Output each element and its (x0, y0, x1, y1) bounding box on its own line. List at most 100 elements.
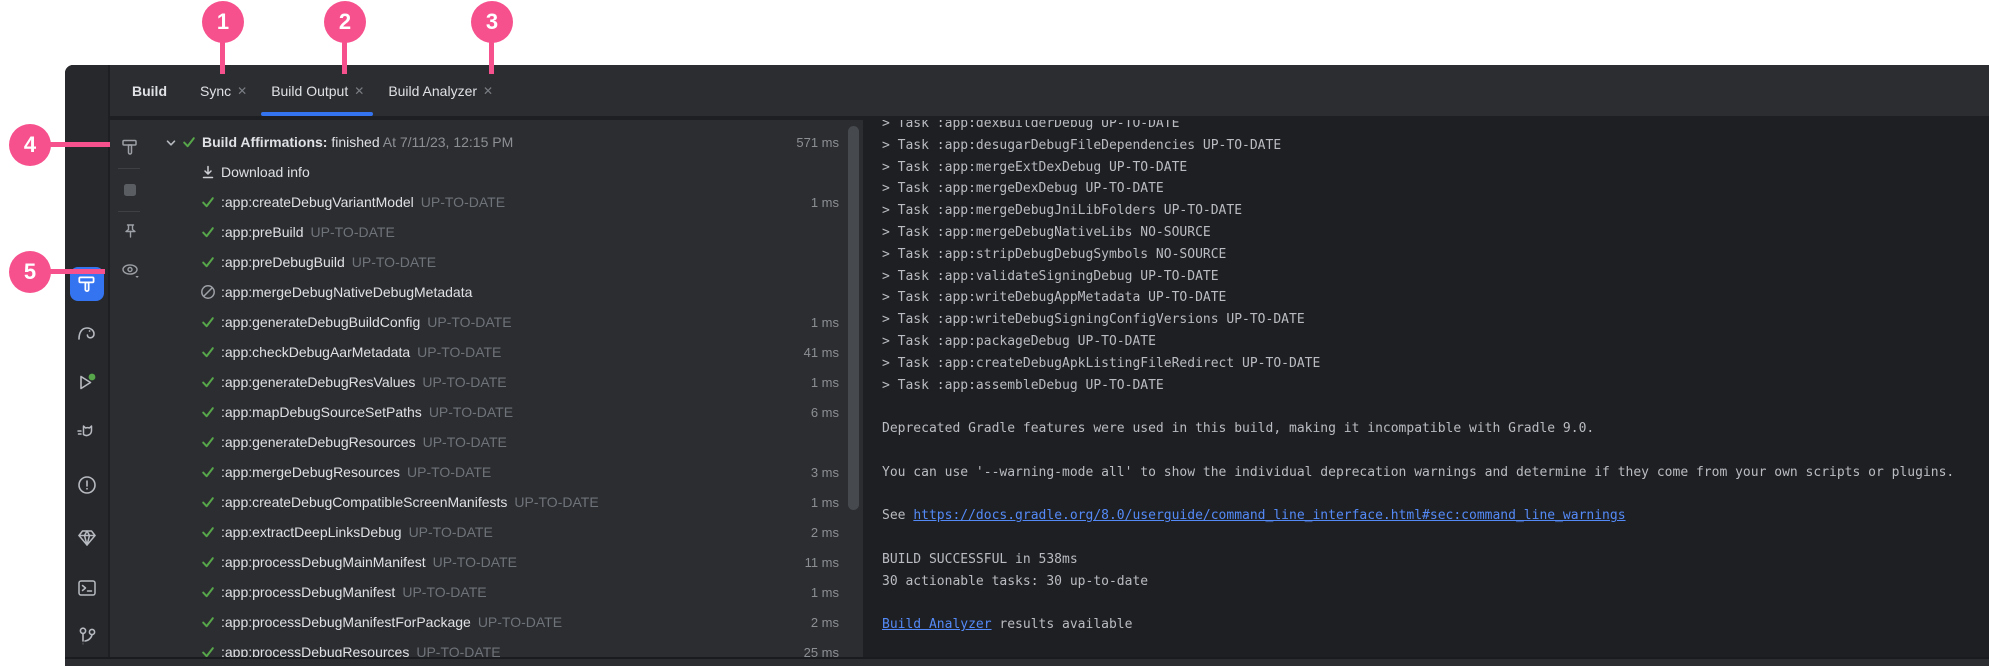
console-line: > Task :app:mergeDexDebug UP-TO-DATE (882, 178, 1989, 200)
console-line: You can use '--warning-mode all' to show… (882, 462, 1989, 484)
console-text: > Task :app:mergeDebugNativeLibs NO-SOUR… (882, 225, 1211, 240)
logcat-icon (75, 421, 99, 445)
chevron-down-icon[interactable] (165, 136, 177, 148)
stripe-item-logcat[interactable] (75, 421, 99, 445)
task-label: :app:generateDebugResources (221, 434, 416, 450)
tab-build-output[interactable]: Build Output✕ (259, 65, 376, 116)
tab-close-icon[interactable]: ✕ (237, 84, 247, 98)
tree-row[interactable]: :app:preBuildUP-TO-DATE (148, 217, 863, 247)
tree-scrollbar[interactable] (848, 126, 859, 510)
task-label: :app:processDebugMainManifest (221, 554, 426, 570)
console-link[interactable]: https://docs.gradle.org/8.0/userguide/co… (913, 508, 1625, 523)
task-status: UP-TO-DATE (352, 254, 436, 270)
console-line: > Task :app:createDebugApkListingFileRed… (882, 353, 1989, 375)
tree-row[interactable]: :app:generateDebugResources UP-TO-DATE (148, 427, 863, 457)
check-icon (200, 404, 216, 420)
stop-button[interactable] (120, 180, 140, 200)
tree-row[interactable]: :app:generateDebugBuildConfigUP-TO-DATE1… (148, 307, 863, 337)
task-duration: 571 ms (796, 135, 839, 150)
task-label: Download info (221, 164, 310, 180)
stripe-item-run[interactable] (75, 371, 99, 395)
tree-row[interactable]: :app:preDebugBuild UP-TO-DATE (148, 247, 863, 277)
console-line: > Task :app:writeDebugAppMetadata UP-TO-… (882, 287, 1989, 309)
console-line: > Task :app:stripDebugDebugSymbols NO-SO… (882, 244, 1989, 266)
task-label: :app:mapDebugSourceSetPaths (221, 404, 422, 420)
show-build-output-icon (120, 260, 140, 280)
console-line (882, 593, 1989, 615)
task-duration: 1 ms (811, 375, 839, 390)
terminal-icon (75, 576, 99, 600)
check-icon (200, 464, 216, 480)
task-label: :app:processDebugManifestForPackage (221, 614, 471, 630)
build-output-console: > Task :app:dexBuilderDebug UP-TO-DATE > … (865, 120, 1989, 657)
task-label: :app:createDebugCompatibleScreenManifest… (221, 494, 507, 510)
tree-row[interactable]: :app:processDebugResourcesUP-TO-DATE25 m… (148, 637, 863, 657)
task-label: :app:mergeDebugNativeDebugMetadata (221, 284, 472, 300)
build-tab-bar: Build Sync✕Build Output✕Build Analyzer✕ (110, 65, 1989, 118)
check-icon (200, 344, 216, 360)
check-icon (200, 614, 216, 630)
tab-build-analyzer[interactable]: Build Analyzer ✕ (376, 65, 505, 116)
task-duration: 25 ms (804, 645, 839, 658)
console-text: 30 actionable tasks: 30 up-to-date (882, 574, 1148, 589)
tree-row[interactable]: :app:processDebugManifestUP-TO-DATE1 ms (148, 577, 863, 607)
tab-label: Build Analyzer (388, 83, 477, 99)
console-line: > Task :app:mergeExtDexDebug UP-TO-DATE (882, 157, 1989, 179)
console-line: > Task :app:validateSigningDebug UP-TO-D… (882, 266, 1989, 288)
task-status: UP-TO-DATE (422, 374, 506, 390)
rerun-build-icon (120, 137, 140, 157)
stripe-item-problems[interactable] (75, 473, 99, 497)
tree-row[interactable]: :app:createDebugCompatibleScreenManifest… (148, 487, 863, 517)
gradle-icon (75, 322, 99, 346)
task-status: UP-TO-DATE (423, 434, 507, 450)
tree-row[interactable]: :app:generateDebugResValuesUP-TO-DATE1 m… (148, 367, 863, 397)
callout-badge-4: 4 (9, 124, 51, 166)
show-build-output-button[interactable] (120, 260, 140, 280)
console-line: > Task :app:dexBuilderDebug UP-TO-DATE (882, 120, 1989, 135)
console-link[interactable]: Build Analyzer (882, 617, 992, 632)
tree-row[interactable]: :app:mergeDebugResourcesUP-TO-DATE3 ms (148, 457, 863, 487)
console-line (882, 527, 1989, 549)
tab-close-icon[interactable]: ✕ (354, 84, 364, 98)
console-line: > Task :app:desugarDebugFileDependencies… (882, 135, 1989, 157)
stripe-item-version-control[interactable] (75, 625, 99, 649)
tree-row[interactable]: :app:checkDebugAarMetadataUP-TO-DATE41 m… (148, 337, 863, 367)
stripe-item-terminal[interactable] (75, 576, 99, 600)
tree-row[interactable]: Build Affirmations: finished At 7/11/23,… (148, 127, 863, 157)
rerun-build-button[interactable] (120, 137, 140, 157)
stripe-item-gradle[interactable] (75, 322, 99, 346)
console-text: > Task :app:desugarDebugFileDependencies… (882, 138, 1281, 153)
tree-row[interactable]: :app:mapDebugSourceSetPathsUP-TO-DATE6 m… (148, 397, 863, 427)
tool-window-title: Build (110, 65, 188, 116)
tab-close-icon[interactable]: ✕ (483, 84, 493, 98)
stripe-item-app-quality-insights[interactable] (75, 526, 99, 550)
console-text: > Task :app:createDebugApkListingFileRed… (882, 356, 1320, 371)
tree-row[interactable]: Download info (148, 157, 863, 187)
console-text: > Task :app:packageDebug UP-TO-DATE (882, 334, 1156, 349)
pin-tab-button[interactable] (120, 222, 140, 242)
tree-row[interactable]: :app:extractDeepLinksDebugUP-TO-DATE2 ms (148, 517, 863, 547)
task-status: UP-TO-DATE (402, 584, 486, 600)
build-task-tree: Build Affirmations: finished At 7/11/23,… (148, 120, 863, 657)
tree-row[interactable]: :app:createDebugVariantModelUP-TO-DATE1 … (148, 187, 863, 217)
console-text: > Task :app:mergeDebugJniLibFolders UP-T… (882, 203, 1242, 218)
console-line: > Task :app:packageDebug UP-TO-DATE (882, 331, 1989, 353)
check-icon (200, 584, 216, 600)
console-line: 30 actionable tasks: 30 up-to-date (882, 571, 1989, 593)
task-duration: 2 ms (811, 525, 839, 540)
tree-row[interactable]: :app:mergeDebugNativeDebugMetadata (148, 277, 863, 307)
console-text: BUILD SUCCESSFUL in 538ms (882, 552, 1078, 567)
task-status: UP-TO-DATE (514, 494, 598, 510)
check-icon (200, 314, 216, 330)
task-label: :app:preBuild (221, 224, 304, 240)
task-label: :app:mergeDebugResources (221, 464, 400, 480)
console-line (882, 440, 1989, 462)
pin-tab-icon (120, 222, 140, 242)
tree-row[interactable]: :app:processDebugManifestForPackageUP-TO… (148, 607, 863, 637)
task-duration: 2 ms (811, 615, 839, 630)
skip-icon (200, 284, 216, 300)
task-label: :app:preDebugBuild (221, 254, 345, 270)
version-control-icon (75, 625, 99, 649)
tree-row[interactable]: :app:processDebugMainManifestUP-TO-DATE1… (148, 547, 863, 577)
task-label: :app:processDebugManifest (221, 584, 395, 600)
